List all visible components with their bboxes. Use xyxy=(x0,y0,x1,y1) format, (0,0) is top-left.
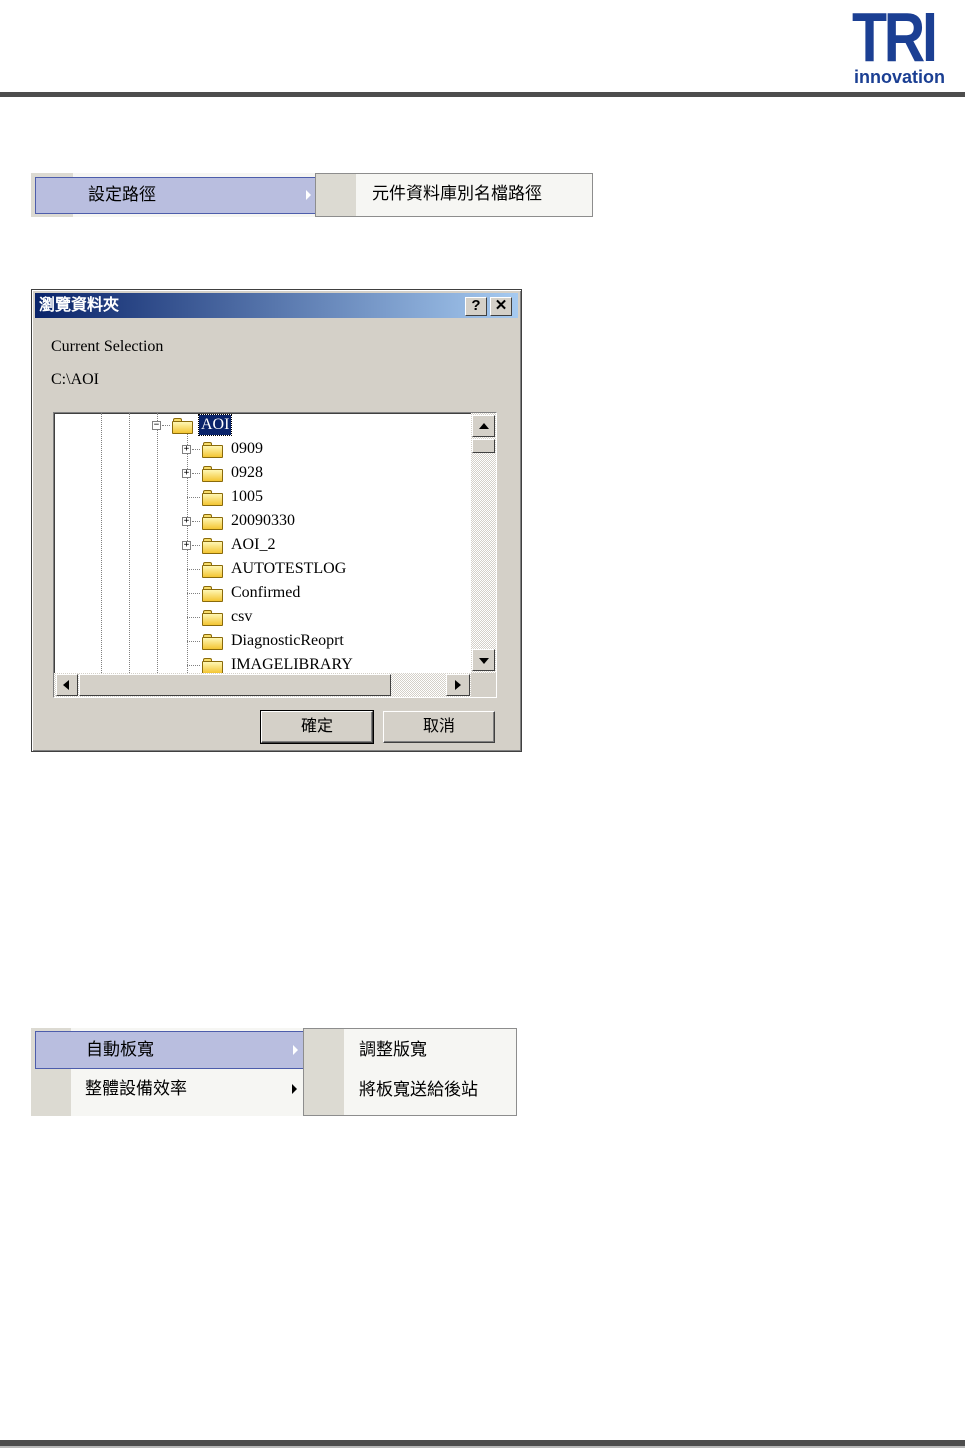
folder-icon xyxy=(202,490,224,506)
submenu-item-adjust-width[interactable]: 調整版寬 xyxy=(359,1042,427,1059)
scrollbar-corner xyxy=(471,673,496,697)
tree-connector xyxy=(162,425,170,426)
logo-tagline: innovation xyxy=(854,67,945,87)
tree-node-label: 0928 xyxy=(231,464,263,481)
header-rule xyxy=(0,92,965,97)
tree-connector xyxy=(187,593,200,594)
menu-item-auto-board-width[interactable]: 自動板寬 xyxy=(35,1031,307,1069)
submenu-arrow-icon xyxy=(292,1084,297,1094)
tree-node-label: 1005 xyxy=(231,488,263,505)
menu-item-label: 自動板寬 xyxy=(86,1040,154,1060)
tree-node-child[interactable]: + 0909 xyxy=(182,439,482,461)
scroll-right-button[interactable] xyxy=(446,674,470,696)
tree-node-child[interactable]: DiagnosticReoprt xyxy=(182,631,482,653)
folder-icon xyxy=(202,442,224,458)
tree-connector xyxy=(187,641,200,642)
help-button[interactable]: ? xyxy=(465,297,487,316)
submenu-arrow-icon xyxy=(293,1045,298,1055)
tree-node-child[interactable]: + 20090330 xyxy=(182,511,482,533)
context-menu-2: 自動板寬 整體設備效率 xyxy=(31,1028,307,1116)
arrow-left-icon xyxy=(63,680,69,690)
tree-guide-line xyxy=(129,413,130,673)
menu-item-label: 設定路徑 xyxy=(88,185,156,205)
tree-connector xyxy=(192,473,200,474)
arrow-down-icon xyxy=(479,658,489,664)
folder-icon xyxy=(202,610,224,626)
tree-node-child[interactable]: csv xyxy=(182,607,482,629)
menu-item-label: 整體設備效率 xyxy=(85,1079,187,1099)
arrow-up-icon xyxy=(479,423,489,429)
vertical-scrollbar[interactable] xyxy=(471,413,496,675)
tree-node-label: AOI xyxy=(197,414,233,436)
tree-node-child[interactable]: + 0928 xyxy=(182,463,482,485)
tree-connector xyxy=(187,617,200,618)
submenu-2: 調整版寬 將板寬送給後站 xyxy=(303,1028,517,1116)
footer-rule-light xyxy=(0,1446,965,1448)
tree-node-label: DiagnosticReoprt xyxy=(231,632,344,649)
submenu-arrow-icon xyxy=(306,190,311,200)
expand-icon[interactable]: + xyxy=(182,445,191,454)
tree-connector xyxy=(187,569,200,570)
expand-icon[interactable]: + xyxy=(182,517,191,526)
scroll-left-button[interactable] xyxy=(56,674,78,696)
folder-tree[interactable]: − AOI + 0909 + 0928 1005 + 20090330 + AO… xyxy=(53,412,497,698)
menu-icon-gutter xyxy=(316,174,356,216)
tree-node-label: Confirmed xyxy=(231,584,301,601)
tree-node-label: AOI_2 xyxy=(231,536,276,553)
tree-node-child[interactable]: AUTOTESTLOG xyxy=(182,559,482,581)
tree-connector xyxy=(187,665,200,666)
tree-node-child[interactable]: Confirmed xyxy=(182,583,482,605)
dialog-titlebar[interactable]: 瀏覽資料夾 ? ✕ xyxy=(35,293,518,318)
expand-icon[interactable]: + xyxy=(182,541,191,550)
current-selection-label: Current Selection xyxy=(51,338,164,355)
menu-item-oee[interactable]: 整體設備效率 xyxy=(35,1071,307,1109)
scroll-up-button[interactable] xyxy=(472,415,495,437)
expand-icon[interactable]: + xyxy=(182,469,191,478)
tree-node-child[interactable]: 1005 xyxy=(182,487,482,509)
collapse-icon[interactable]: − xyxy=(152,421,161,430)
folder-icon xyxy=(202,634,224,650)
folder-icon xyxy=(202,562,224,578)
tree-node-label: AUTOTESTLOG xyxy=(231,560,347,577)
browse-folder-dialog: 瀏覽資料夾 ? ✕ Current Selection C:\AOI − AOI… xyxy=(31,289,522,752)
tree-guide-line xyxy=(157,413,158,673)
folder-icon xyxy=(202,586,224,602)
horizontal-scrollbar[interactable] xyxy=(54,673,472,697)
tree-node-label: 0909 xyxy=(231,440,263,457)
scroll-down-button[interactable] xyxy=(472,649,495,671)
tree-node-label: 20090330 xyxy=(231,512,295,529)
folder-icon xyxy=(202,658,224,674)
vertical-scroll-thumb[interactable] xyxy=(472,439,495,453)
submenu-1: 元件資料庫別名檔路徑 xyxy=(315,173,593,217)
arrow-right-icon xyxy=(455,680,461,690)
tree-node-label: csv xyxy=(231,608,253,625)
tree-connector xyxy=(192,449,200,450)
submenu-item-component-alias-path[interactable]: 元件資料庫別名檔路徑 xyxy=(372,186,542,203)
cancel-button[interactable]: 取消 xyxy=(383,711,495,743)
folder-icon xyxy=(202,514,224,530)
ok-button[interactable]: 確定 xyxy=(260,710,374,744)
current-path-value: C:\AOI xyxy=(51,371,99,388)
folder-open-icon xyxy=(172,418,194,434)
tree-node-label: IMAGELIBRARY xyxy=(231,656,353,673)
tree-connector xyxy=(192,521,200,522)
close-button[interactable]: ✕ xyxy=(490,297,512,316)
dialog-title: 瀏覽資料夾 xyxy=(39,295,120,314)
tree-connector xyxy=(192,545,200,546)
tree-node-aoi[interactable]: − AOI xyxy=(152,414,352,437)
folder-icon xyxy=(202,538,224,554)
tri-logo: TRI innovation xyxy=(848,0,965,88)
tree-node-child[interactable]: + AOI_2 xyxy=(182,535,482,557)
tree-guide-line xyxy=(101,413,102,673)
menu-icon-gutter xyxy=(304,1029,344,1115)
submenu-item-send-width-downstream[interactable]: 將板寬送給後站 xyxy=(359,1082,478,1099)
menu-item-set-path[interactable]: 設定路徑 xyxy=(35,177,349,214)
folder-icon xyxy=(202,466,224,482)
tree-connector xyxy=(187,497,200,498)
context-menu-1: 設定路徑 xyxy=(31,173,349,217)
logo-brand: TRI xyxy=(852,0,938,76)
horizontal-scroll-thumb[interactable] xyxy=(79,674,391,696)
